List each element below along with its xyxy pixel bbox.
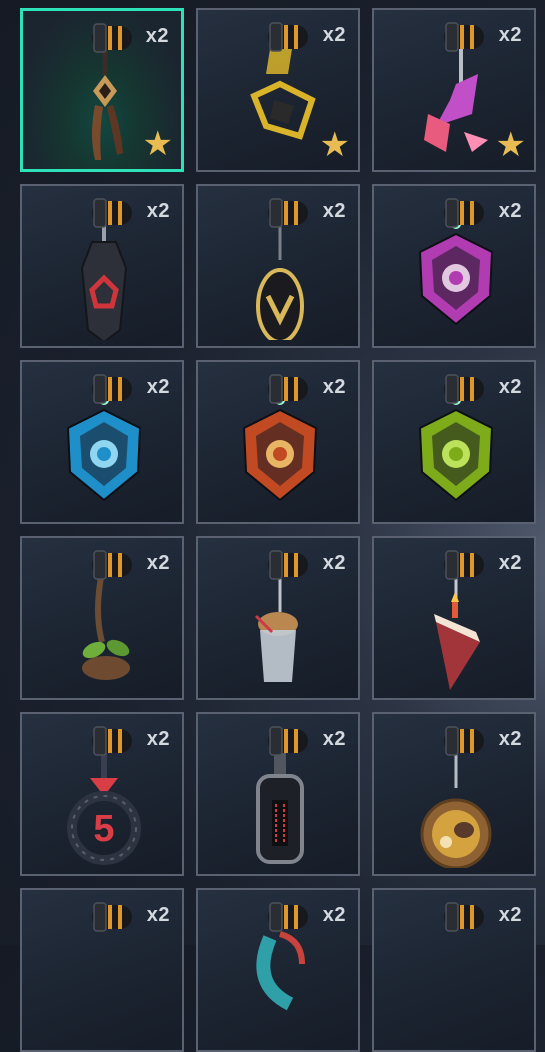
charm-image <box>230 924 330 1044</box>
inventory-item-charm-blue-rank[interactable]: x2 <box>20 360 184 524</box>
charm-image <box>55 45 155 165</box>
charm-clip-icon <box>442 197 488 229</box>
inventory-item-charm-five-ring[interactable]: 5 x2 <box>20 712 184 876</box>
item-count: x2 <box>146 200 170 222</box>
charm-image <box>406 44 506 164</box>
item-count: x2 <box>146 904 170 926</box>
item-count: x2 <box>498 200 522 222</box>
charm-image <box>230 748 330 868</box>
inventory-item-charm-partial-3[interactable]: x2 <box>372 888 536 1052</box>
item-count: x2 <box>322 24 346 46</box>
charm-inventory-grid: x2 ★ x2 ★ x2 ★ x2 x2 x2 x2 x2 x2 x2 x2 x… <box>0 0 545 1052</box>
charm-image <box>406 748 506 870</box>
charm-clip-icon <box>266 21 312 53</box>
charm-clip-icon <box>90 725 136 757</box>
svg-text:5: 5 <box>93 808 114 850</box>
item-count: x2 <box>498 728 522 750</box>
item-count: x2 <box>322 200 346 222</box>
inventory-item-charm-frappe-cup[interactable]: x2 <box>196 536 360 700</box>
item-count: x2 <box>498 552 522 574</box>
item-count: x2 <box>322 728 346 750</box>
charm-clip-icon <box>266 725 312 757</box>
charm-clip-icon <box>90 197 136 229</box>
item-count: x2 <box>498 904 522 926</box>
charm-clip-icon <box>266 549 312 581</box>
item-count: x2 <box>322 376 346 398</box>
charm-image <box>54 924 154 1044</box>
favorite-star-icon[interactable]: ★ <box>320 128 350 162</box>
inventory-item-charm-noodle-bowl[interactable]: x2 <box>372 712 536 876</box>
item-count: x2 <box>498 24 522 46</box>
inventory-item-charm-green-rank[interactable]: x2 <box>372 360 536 524</box>
charm-clip-icon <box>442 373 488 405</box>
charm-image <box>406 395 506 516</box>
charm-image <box>54 571 154 692</box>
charm-clip-icon <box>442 21 488 53</box>
inventory-item-charm-bronze-tassel[interactable]: x2 ★ <box>20 8 184 172</box>
charm-image <box>406 219 506 340</box>
inventory-item-charm-red-tag[interactable]: x2 <box>20 184 184 348</box>
item-count: x2 <box>146 376 170 398</box>
charm-clip-icon <box>90 22 136 54</box>
charm-image <box>406 572 506 692</box>
inventory-item-charm-black-keytag[interactable]: x2 <box>196 712 360 876</box>
charm-image <box>54 395 154 516</box>
item-count: x2 <box>146 552 170 574</box>
charm-clip-icon <box>442 725 488 757</box>
charm-clip-icon <box>266 901 312 933</box>
item-count: x2 <box>146 728 170 750</box>
charm-image <box>406 924 506 1044</box>
charm-image <box>230 572 330 692</box>
inventory-item-charm-v-oval[interactable]: x2 <box>196 184 360 348</box>
favorite-star-icon[interactable]: ★ <box>143 127 173 161</box>
item-count: x2 <box>322 552 346 574</box>
inventory-item-charm-crystal-arrow[interactable]: x2 ★ <box>372 8 536 172</box>
charm-clip-icon <box>90 373 136 405</box>
charm-image <box>230 395 330 516</box>
inventory-item-charm-gold-cube[interactable]: x2 ★ <box>196 8 360 172</box>
charm-clip-icon <box>266 197 312 229</box>
charm-clip-icon <box>90 901 136 933</box>
charm-image <box>230 44 330 164</box>
item-count: x2 <box>322 904 346 926</box>
charm-clip-icon <box>442 549 488 581</box>
charm-clip-icon <box>90 549 136 581</box>
inventory-item-charm-partial-2[interactable]: x2 <box>196 888 360 1052</box>
charm-image <box>230 220 330 344</box>
inventory-item-charm-cake-slice[interactable]: x2 <box>372 536 536 700</box>
favorite-star-icon[interactable]: ★ <box>496 128 526 162</box>
inventory-item-charm-sprout-pot[interactable]: x2 <box>20 536 184 700</box>
inventory-item-charm-orange-rank[interactable]: x2 <box>196 360 360 524</box>
charm-image <box>54 220 154 344</box>
charm-clip-icon <box>266 373 312 405</box>
inventory-item-charm-partial-1[interactable]: x2 <box>20 888 184 1052</box>
charm-image: 5 <box>54 748 154 868</box>
item-count: x2 <box>498 376 522 398</box>
charm-clip-icon <box>442 901 488 933</box>
item-count: x2 <box>145 25 169 47</box>
inventory-item-charm-pink-rank[interactable]: x2 <box>372 184 536 348</box>
